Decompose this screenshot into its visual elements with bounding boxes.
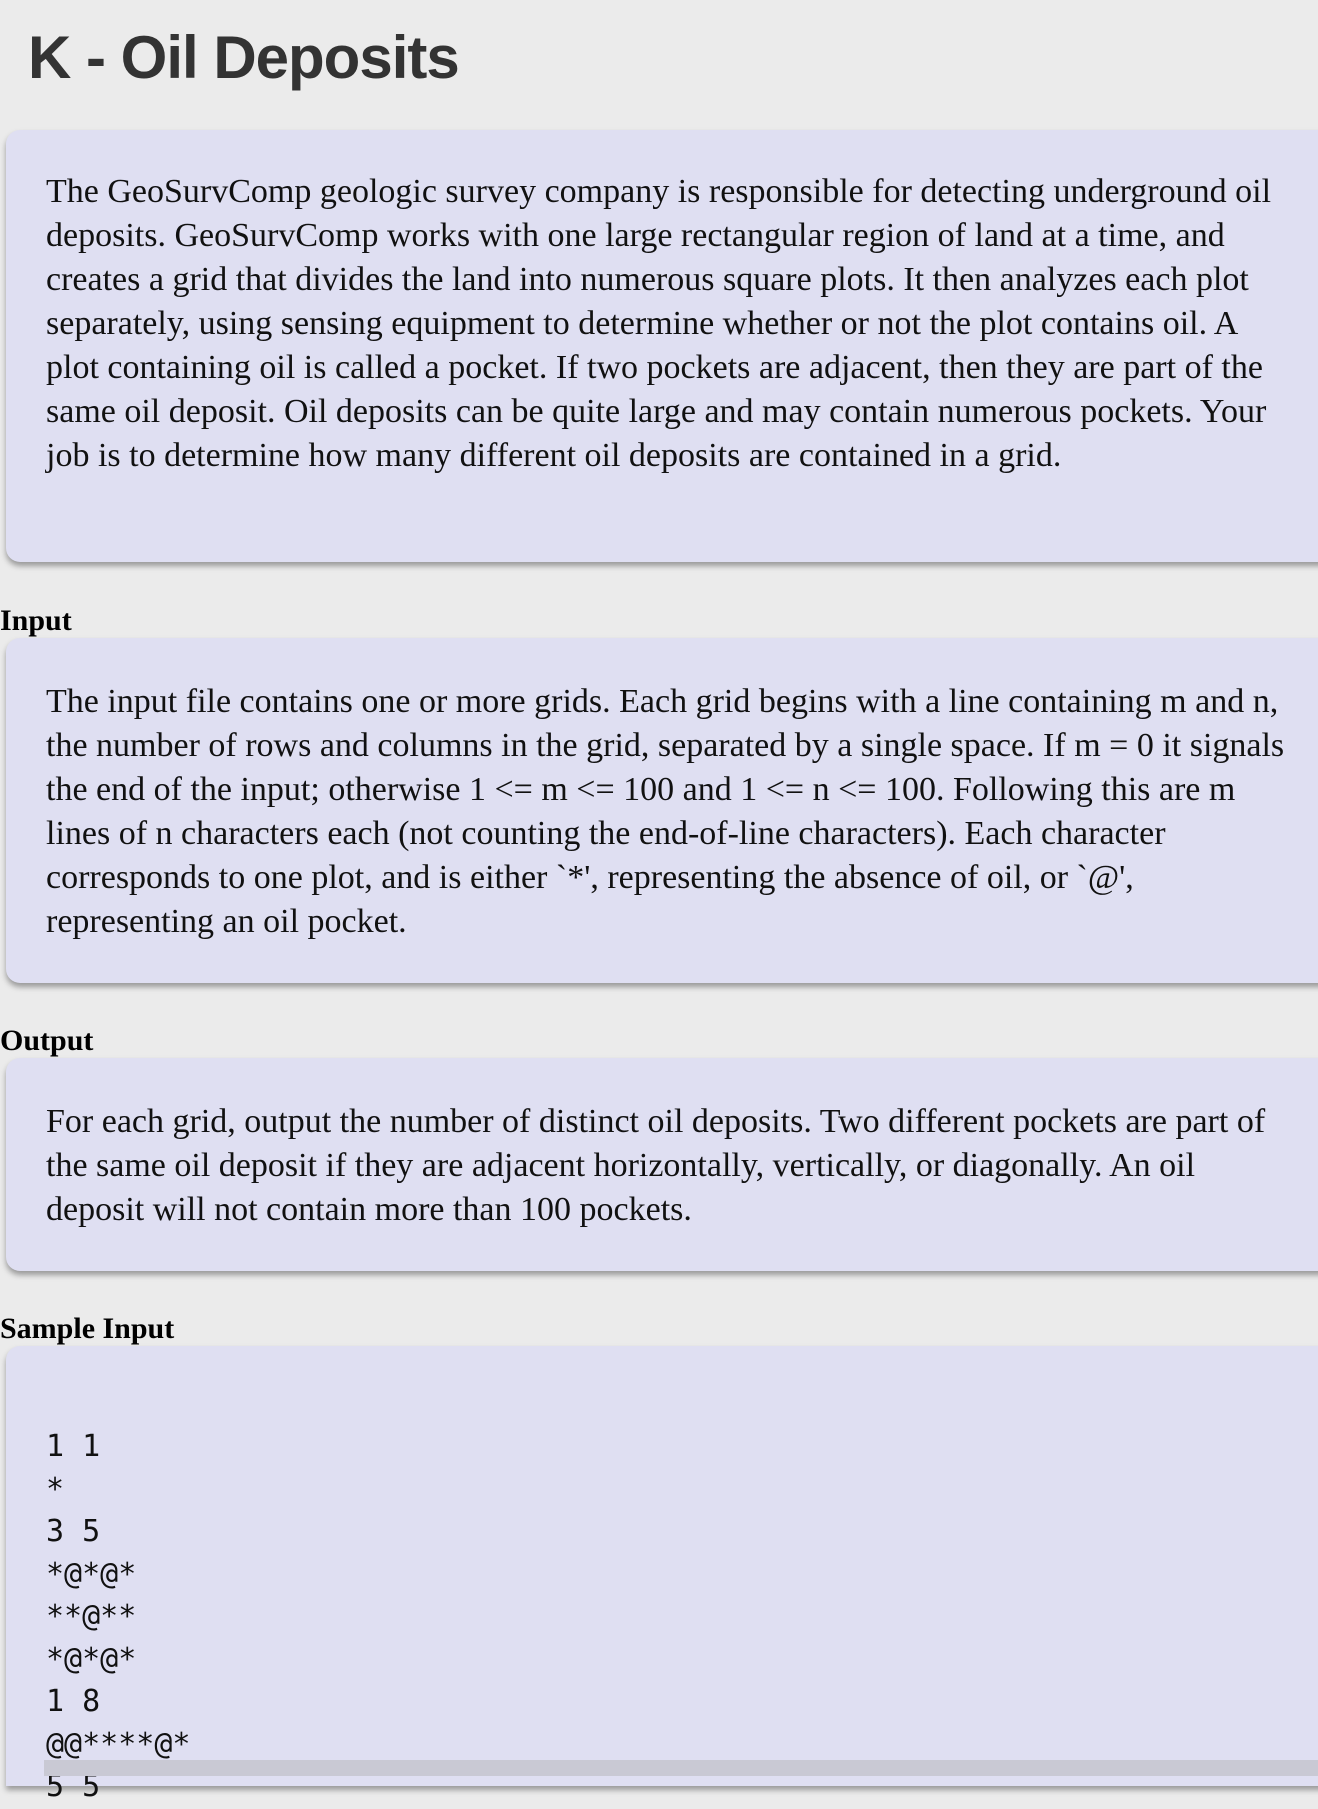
horizontal-scrollbar[interactable]: [44, 1760, 1318, 1776]
input-heading: Input: [0, 604, 72, 637]
output-text: For each grid, output the number of dist…: [46, 1103, 1266, 1228]
input-text: The input file contains one or more grid…: [46, 683, 1285, 940]
input-panel: The input file contains one or more grid…: [6, 638, 1318, 983]
sample-input-code: 1 1 * 3 5 *@*@* **@** *@*@* 1 8 @@****@*…: [46, 1429, 191, 1804]
description-text: The GeoSurvComp geologic survey company …: [46, 173, 1272, 474]
description-panel: The GeoSurvComp geologic survey company …: [6, 130, 1318, 562]
sample-input-heading: Sample Input: [0, 1312, 175, 1345]
output-panel: For each grid, output the number of dist…: [6, 1058, 1318, 1271]
sample-input-panel: 1 1 * 3 5 *@*@* **@** *@*@* 1 8 @@****@*…: [6, 1346, 1318, 1804]
output-heading: Output: [0, 1024, 94, 1057]
page-title: K - Oil Deposits: [28, 24, 460, 91]
